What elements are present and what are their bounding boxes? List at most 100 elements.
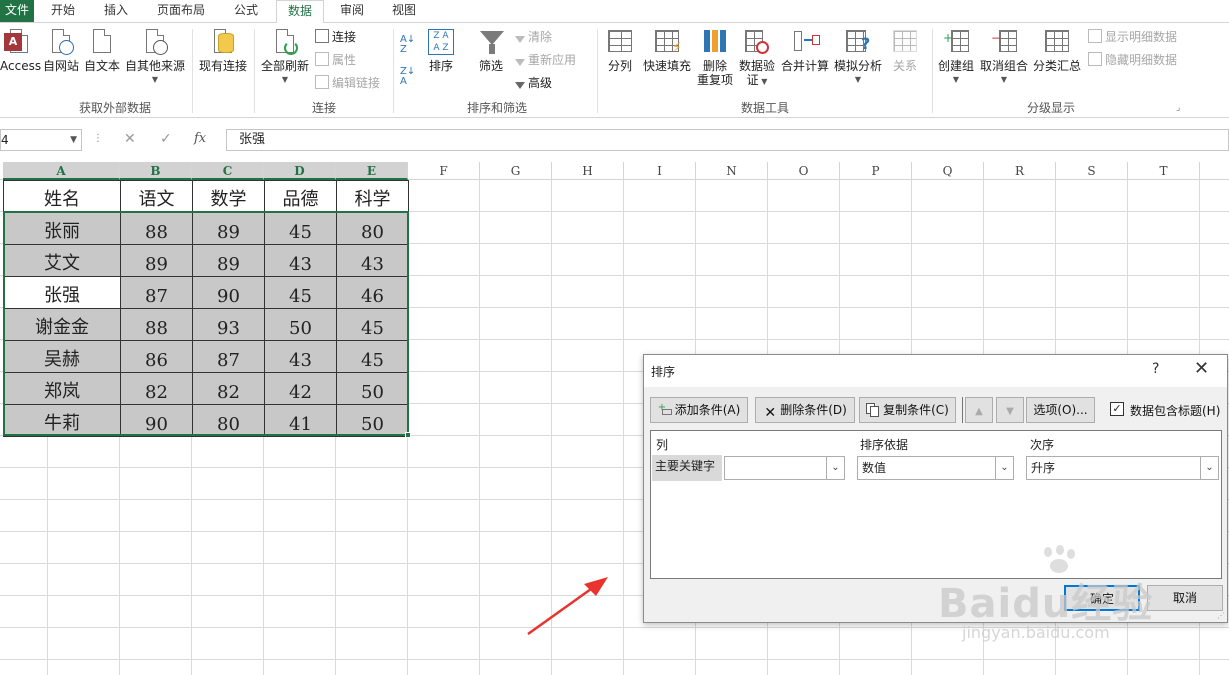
table-cell[interactable]: 43: [264, 244, 337, 277]
from-access-button[interactable]: A Access: [0, 27, 41, 73]
connections-button[interactable]: 连接: [315, 29, 356, 47]
column-header[interactable]: Q: [912, 162, 984, 180]
dialog-launcher-icon[interactable]: ⌟: [1176, 103, 1180, 113]
active-cell[interactable]: 张强: [3, 276, 121, 309]
tab-data[interactable]: 数据: [276, 0, 324, 23]
table-cell[interactable]: 88: [120, 308, 193, 341]
header-cell[interactable]: 品德: [264, 180, 337, 213]
table-cell[interactable]: 45: [264, 276, 337, 309]
table-cell[interactable]: 90: [120, 404, 193, 437]
table-cell[interactable]: 80: [192, 404, 265, 437]
from-text-button[interactable]: 自文本: [83, 27, 121, 73]
table-cell[interactable]: 牛莉: [3, 404, 121, 437]
table-cell[interactable]: 45: [264, 212, 337, 245]
tab-page-layout[interactable]: 页面布局: [150, 0, 212, 22]
fill-handle[interactable]: [405, 432, 411, 438]
what-if-analysis-button[interactable]: ? 模拟分析 ▼: [832, 27, 884, 87]
sort-on-select[interactable]: 数值 ⌄: [857, 456, 1014, 480]
table-cell[interactable]: 82: [120, 372, 193, 405]
table-cell[interactable]: 艾文: [3, 244, 121, 277]
tab-home[interactable]: 开始: [44, 0, 82, 22]
copy-level-button[interactable]: 复制条件(C): [859, 397, 956, 423]
column-header[interactable]: O: [768, 162, 840, 180]
tab-file[interactable]: 文件: [0, 0, 34, 22]
move-down-button[interactable]: ▼: [996, 397, 1024, 423]
column-header[interactable]: C: [192, 162, 264, 180]
column-header[interactable]: H: [552, 162, 624, 180]
table-cell[interactable]: 89: [192, 244, 265, 277]
table-cell[interactable]: 50: [336, 404, 409, 437]
header-cell[interactable]: 科学: [336, 180, 409, 213]
sort-ascending-button[interactable]: A↓ Z: [400, 35, 415, 55]
column-header[interactable]: R: [984, 162, 1056, 180]
show-detail-button[interactable]: 显示明细数据: [1088, 29, 1177, 47]
header-cell[interactable]: 数学: [192, 180, 265, 213]
flash-fill-button[interactable]: ⚡ 快速填充: [641, 27, 693, 73]
worksheet-grid-lower[interactable]: [0, 436, 408, 675]
table-cell[interactable]: 41: [264, 404, 337, 437]
table-cell[interactable]: 87: [120, 276, 193, 309]
table-cell[interactable]: 吴赫: [3, 340, 121, 373]
formula-input[interactable]: 张强: [226, 129, 1229, 151]
column-header[interactable]: S: [1056, 162, 1128, 180]
refresh-all-button[interactable]: 全部刷新 ▼: [258, 27, 312, 87]
column-header[interactable]: F: [408, 162, 480, 180]
header-cell[interactable]: 姓名: [3, 180, 121, 213]
table-cell[interactable]: 80: [336, 212, 409, 245]
from-web-button[interactable]: 自网站: [42, 27, 80, 73]
sort-column-select[interactable]: ⌄: [724, 456, 845, 480]
sort-descending-button[interactable]: Z↓ A: [400, 67, 415, 87]
column-header[interactable]: E: [336, 162, 408, 180]
name-box[interactable]: 4 ▼: [0, 129, 82, 151]
tab-insert[interactable]: 插入: [96, 0, 136, 22]
table-cell[interactable]: 张丽: [3, 212, 121, 245]
table-cell[interactable]: 89: [192, 212, 265, 245]
has-headers-label[interactable]: 数据包含标题(H): [1130, 402, 1220, 419]
column-header[interactable]: T: [1128, 162, 1200, 180]
delete-level-button[interactable]: ✕ 删除条件(D): [755, 397, 855, 423]
reapply-button[interactable]: 重新应用: [515, 52, 576, 70]
table-cell[interactable]: 43: [264, 340, 337, 373]
resize-grip-icon[interactable]: ⋰: [1217, 611, 1225, 620]
table-cell[interactable]: 90: [192, 276, 265, 309]
subtotal-button[interactable]: 分类汇总: [1031, 27, 1083, 73]
move-up-button[interactable]: ▲: [965, 397, 993, 423]
table-cell[interactable]: 谢金金: [3, 308, 121, 341]
tab-view[interactable]: 视图: [384, 0, 424, 22]
help-button[interactable]: ?: [1152, 361, 1159, 377]
hide-detail-button[interactable]: 隐藏明细数据: [1088, 52, 1177, 70]
advanced-filter-button[interactable]: 高级: [515, 75, 552, 93]
order-select[interactable]: 升序 ⌄: [1026, 456, 1219, 480]
ungroup-button[interactable]: − 取消组合 ▼: [978, 27, 1030, 87]
table-cell[interactable]: 89: [120, 244, 193, 277]
column-header[interactable]: G: [480, 162, 552, 180]
name-box-dropdown-icon[interactable]: ▼: [70, 130, 77, 150]
sort-button[interactable]: Z AA Z 排序: [422, 27, 460, 73]
from-other-sources-button[interactable]: 自其他来源 ▼: [124, 27, 186, 87]
cancel-icon[interactable]: ✕: [124, 131, 136, 147]
table-cell[interactable]: 82: [192, 372, 265, 405]
column-header[interactable]: D: [264, 162, 336, 180]
options-button[interactable]: 选项(O)...: [1026, 397, 1095, 423]
header-cell[interactable]: 语文: [120, 180, 193, 213]
table-cell[interactable]: 45: [336, 308, 409, 341]
dialog-title-bar[interactable]: 排序 ? ✕: [644, 355, 1227, 387]
insert-function-button[interactable]: fx: [194, 131, 206, 146]
column-header[interactable]: P: [840, 162, 912, 180]
tab-formulas[interactable]: 公式: [226, 0, 266, 22]
table-cell[interactable]: 50: [264, 308, 337, 341]
enter-icon[interactable]: ✓: [160, 131, 172, 147]
ok-button[interactable]: 确定: [1064, 585, 1140, 611]
consolidate-button[interactable]: 合并计算: [779, 27, 831, 73]
filter-button[interactable]: 筛选: [472, 27, 510, 73]
column-header[interactable]: N: [696, 162, 768, 180]
column-header[interactable]: I: [624, 162, 696, 180]
table-cell[interactable]: 郑岚: [3, 372, 121, 405]
table-cell[interactable]: 45: [336, 340, 409, 373]
has-headers-checkbox[interactable]: ✓: [1110, 402, 1124, 416]
remove-duplicates-button[interactable]: 删除 重复项: [696, 27, 734, 87]
existing-connections-button[interactable]: 现有连接: [197, 27, 249, 73]
group-button[interactable]: + 创建组 ▼: [936, 27, 976, 87]
relationships-button[interactable]: 关系: [886, 27, 924, 73]
table-cell[interactable]: 87: [192, 340, 265, 373]
